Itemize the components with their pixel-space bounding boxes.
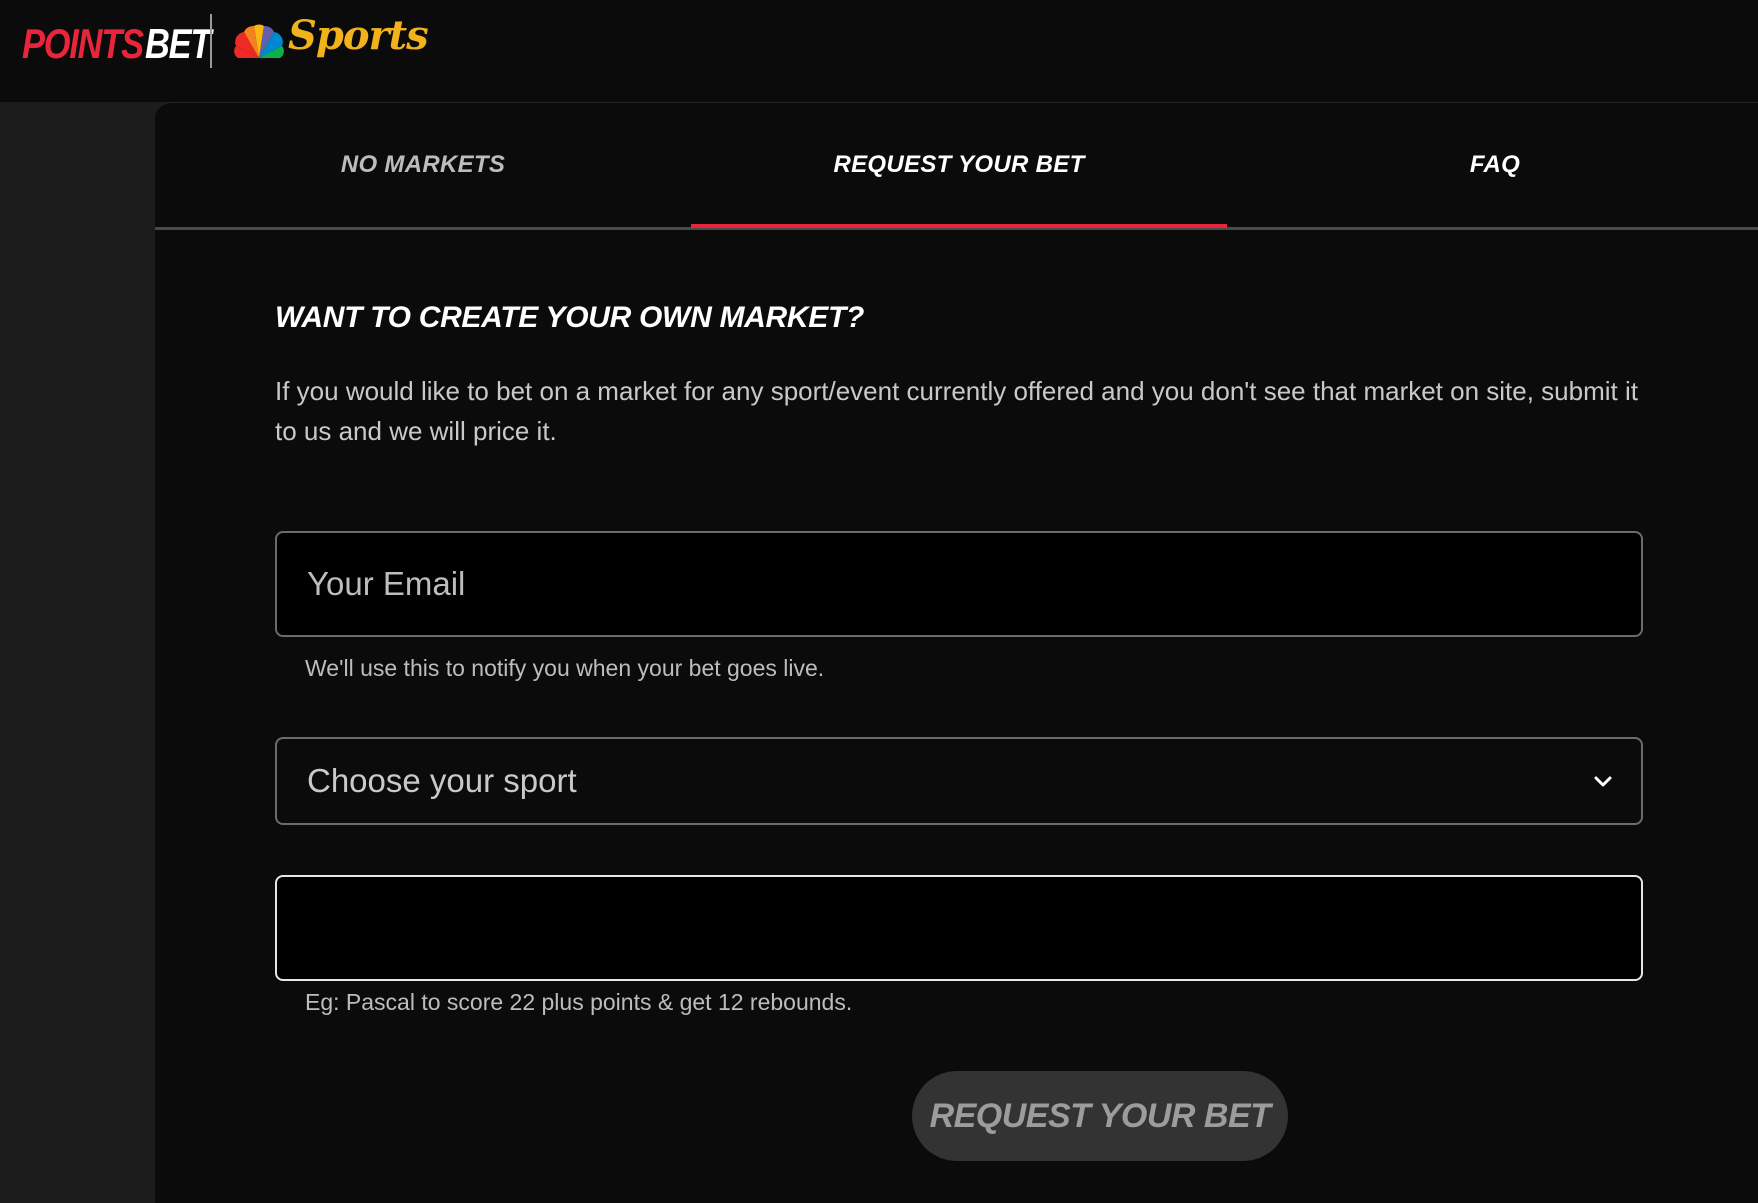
sports-wordmark: Sports: [288, 12, 429, 59]
bet-description-hint: Eg: Pascal to score 22 plus points & get…: [305, 989, 853, 1015]
active-tab-indicator: [691, 224, 1227, 228]
request-your-bet-button[interactable]: REQUEST YOUR BET: [912, 1071, 1288, 1161]
email-field[interactable]: Your Email: [275, 531, 1643, 637]
pointsbet-logo[interactable]: POINTS BET: [22, 18, 225, 70]
form-heading: WANT TO CREATE YOUR OWN MARKET?: [275, 301, 865, 334]
logo-divider: [210, 14, 212, 68]
logo-points-text: POINTS: [22, 20, 144, 67]
request-bet-panel: NO MARKETS REQUEST YOUR BET FAQ WANT TO …: [155, 102, 1758, 1203]
email-hint: We'll use this to notify you when your b…: [305, 655, 825, 681]
logo-bet-text: BET: [145, 20, 211, 67]
chevron-down-icon: [1594, 776, 1612, 787]
top-bar: POINTS BET Sports: [0, 0, 1758, 102]
sport-select[interactable]: Choose your sport: [275, 737, 1643, 825]
sport-select-value: Choose your sport: [307, 762, 577, 799]
email-placeholder: Your Email: [307, 565, 466, 602]
tab-bar: NO MARKETS REQUEST YOUR BET FAQ: [155, 103, 1758, 230]
tab-no-markets[interactable]: NO MARKETS: [155, 103, 691, 227]
bet-description-input[interactable]: [275, 875, 1643, 981]
form-intro-text: If you would like to bet on a market for…: [275, 376, 1638, 446]
tab-faq[interactable]: FAQ: [1227, 103, 1758, 227]
nbc-peacock-icon: [234, 24, 284, 58]
tab-request-your-bet[interactable]: REQUEST YOUR BET: [691, 103, 1227, 227]
